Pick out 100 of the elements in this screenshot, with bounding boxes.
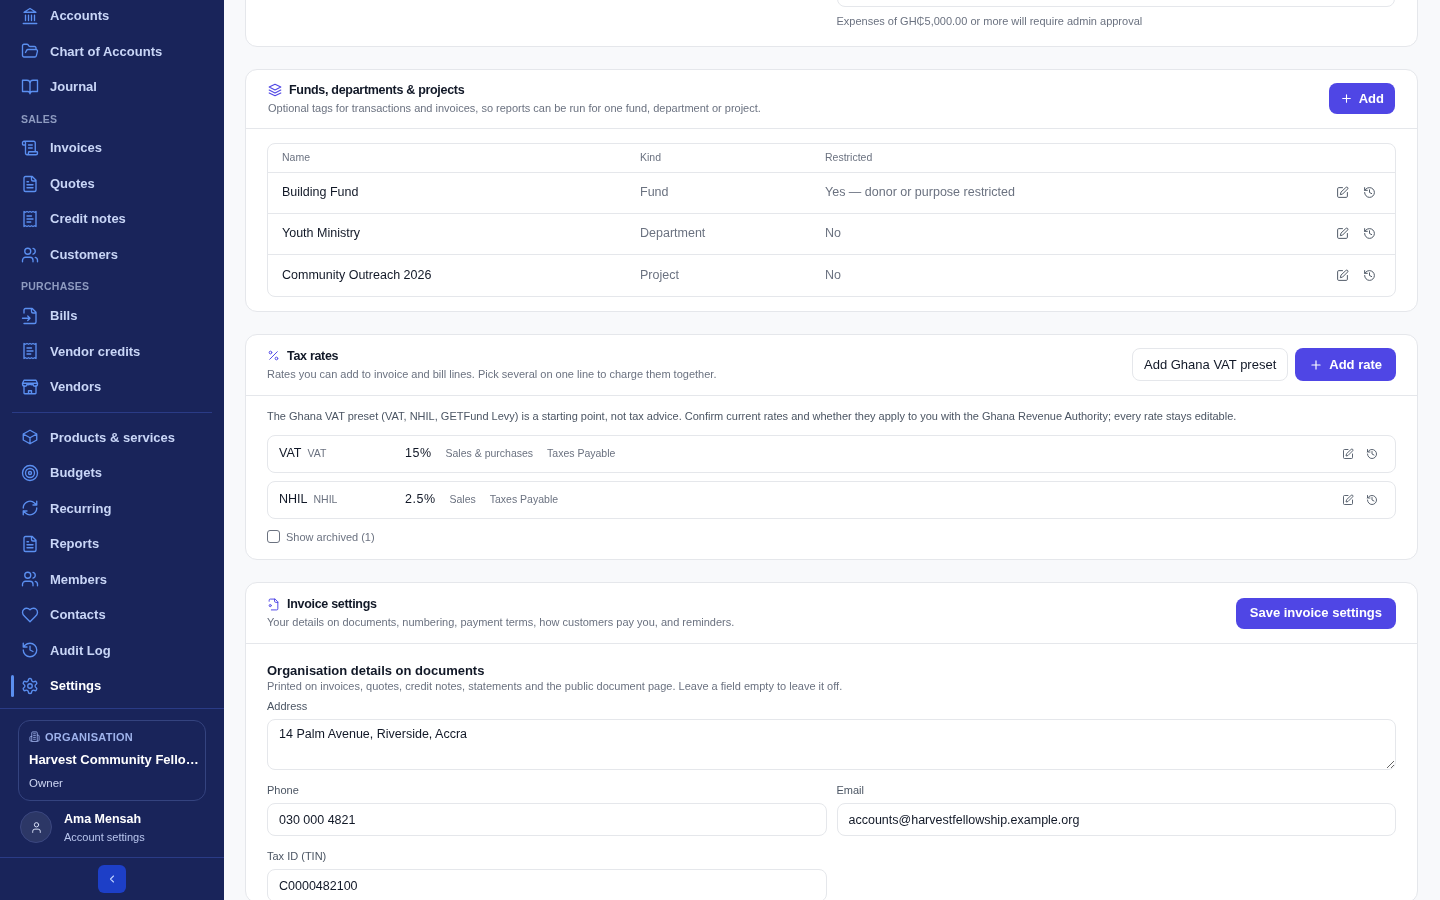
table-cell-text: No bbox=[825, 225, 842, 243]
nav-item[interactable]: Budgets bbox=[0, 455, 224, 491]
receipt-icon bbox=[21, 342, 39, 361]
preset-button[interactable]: Add Ghana VAT preset bbox=[1132, 348, 1289, 381]
nav-item[interactable]: Members bbox=[0, 561, 224, 597]
edit-button[interactable] bbox=[1336, 186, 1349, 199]
input-field[interactable]: C0000482100 bbox=[267, 869, 827, 900]
refresh-icon bbox=[21, 499, 39, 518]
subsection-title: Organisation details on documents bbox=[267, 663, 486, 678]
plus-icon bbox=[1309, 357, 1324, 372]
plus-icon bbox=[1339, 92, 1353, 105]
nav-item[interactable]: Vendors bbox=[0, 369, 224, 405]
edit-button[interactable] bbox=[1336, 268, 1349, 282]
account-settings-link[interactable]: Account settings bbox=[64, 828, 145, 845]
rate-name: NHIL bbox=[279, 491, 308, 509]
edit-button[interactable] bbox=[1342, 493, 1354, 506]
file-arrow-icon bbox=[21, 306, 39, 325]
history-button[interactable] bbox=[1366, 447, 1378, 460]
nav-item[interactable]: Reports bbox=[0, 526, 224, 562]
history-button[interactable] bbox=[1363, 268, 1376, 282]
heart-icon bbox=[21, 605, 39, 624]
rate-code: NHIL bbox=[313, 492, 338, 508]
layers-icon bbox=[268, 82, 282, 97]
history-button[interactable] bbox=[1363, 186, 1376, 199]
document-icon bbox=[267, 597, 280, 611]
rate-account: Taxes Payable bbox=[489, 491, 559, 507]
rate-scope: Sales & purchases bbox=[445, 445, 534, 461]
nav-item[interactable]: Recurring bbox=[0, 490, 224, 526]
table-cell-text: Department bbox=[640, 225, 707, 243]
input-field[interactable]: 030 000 4821 bbox=[267, 803, 827, 836]
rate-scope: Sales bbox=[449, 491, 476, 507]
scroll-icon bbox=[21, 139, 39, 157]
add-button[interactable]: Add bbox=[1328, 83, 1395, 114]
edit-icon bbox=[1342, 493, 1354, 506]
target-icon bbox=[21, 463, 39, 482]
history-icon bbox=[1363, 227, 1376, 240]
user-icon bbox=[29, 820, 43, 834]
rate-value: 15% bbox=[405, 445, 432, 463]
section-title: Tax rates bbox=[287, 347, 339, 364]
edit-button[interactable] bbox=[1342, 447, 1354, 460]
percent-icon bbox=[267, 349, 280, 362]
edit-icon bbox=[1336, 227, 1349, 240]
nav-item[interactable]: Accounts bbox=[0, 0, 224, 34]
column-header: Restricted bbox=[825, 149, 874, 165]
nav-item[interactable]: Customers bbox=[0, 236, 224, 273]
avatar[interactable] bbox=[20, 811, 52, 844]
document-icon bbox=[21, 534, 39, 553]
column-header: Name bbox=[282, 149, 311, 165]
table-cell-text: Building Fund bbox=[282, 184, 360, 202]
bank-icon bbox=[21, 6, 39, 25]
nav-item[interactable]: Vendor credits bbox=[0, 333, 224, 369]
folder-icon bbox=[21, 42, 39, 61]
history-button[interactable] bbox=[1363, 227, 1376, 240]
user-name: Ama Mensah bbox=[64, 810, 143, 828]
field-label: Address bbox=[267, 699, 309, 714]
users-icon bbox=[21, 570, 39, 589]
rate-value: 2.5% bbox=[405, 491, 436, 509]
nav-item[interactable]: Bills bbox=[0, 298, 224, 334]
column-header: Kind bbox=[640, 149, 662, 165]
address-field[interactable]: 14 Palm Avenue, Riverside, Accra bbox=[267, 719, 1396, 770]
subsection-subtitle: Printed on invoices, quotes, credit notes, statements and the public document page. Leave a field empty to leave it off. bbox=[267, 679, 844, 694]
section-subtitle: Optional tags for transactions and invoices, so reports can be run for one fund, department or project. bbox=[268, 100, 761, 116]
document-icon bbox=[21, 174, 39, 193]
history-icon bbox=[1366, 447, 1378, 460]
history-icon bbox=[21, 641, 39, 660]
nav-item[interactable]: Invoices bbox=[0, 130, 224, 166]
organisation-card[interactable]: ORGANISATION Harvest Community Fello… Owner bbox=[18, 719, 206, 801]
note-text: The Ghana VAT preset (VAT, NHIL, GETFund Levy) is a starting point, not tax advice. Confirm current rates and whether they apply to you with the Ghana Revenue Authority; every rate stays editable. bbox=[267, 408, 1238, 424]
nav-item[interactable]: Credit notes bbox=[0, 201, 224, 237]
edit-icon bbox=[1336, 268, 1349, 282]
table-cell-text: Project bbox=[640, 266, 680, 284]
save-button[interactable]: Save invoice settings bbox=[1235, 597, 1396, 629]
receipt-icon bbox=[21, 210, 39, 228]
table-cell-text: Yes — donor or purpose restricted bbox=[825, 184, 1016, 202]
users-icon bbox=[21, 245, 39, 264]
add-rate-button[interactable]: Add rate bbox=[1295, 348, 1396, 381]
nav-item[interactable]: Products & services bbox=[0, 419, 224, 455]
input-field[interactable]: accounts@harvestfellowship.example.org bbox=[836, 803, 1396, 836]
table-cell-text: Community Outreach 2026 bbox=[282, 266, 433, 284]
organisation-label: ORGANISATION bbox=[45, 729, 134, 745]
nav-item[interactable]: Journal bbox=[0, 69, 224, 105]
nav-item[interactable]: Audit Log bbox=[0, 632, 224, 668]
history-icon bbox=[1363, 186, 1376, 199]
section-title: Invoice settings bbox=[287, 596, 377, 612]
section-heading: PURCHASES bbox=[20, 279, 91, 295]
history-button[interactable] bbox=[1366, 493, 1378, 506]
section-title: Funds, departments & projects bbox=[289, 81, 465, 98]
edit-button[interactable] bbox=[1336, 227, 1349, 240]
checkbox[interactable] bbox=[267, 530, 280, 544]
field-label: Email bbox=[836, 783, 865, 798]
box-icon bbox=[21, 428, 39, 447]
section-subtitle: Your details on documents, numbering, payment terms, how customers pay you, and reminders. bbox=[267, 615, 735, 630]
table-cell-text: No bbox=[825, 266, 842, 284]
nav-item[interactable]: Chart of Accounts bbox=[0, 33, 224, 69]
nav-item[interactable]: Quotes bbox=[0, 165, 224, 202]
nav-item[interactable]: Settings bbox=[0, 668, 224, 704]
table-cell-text: Youth Ministry bbox=[282, 225, 362, 243]
rate-code: VAT bbox=[307, 446, 327, 462]
nav-item[interactable]: Contacts bbox=[0, 597, 224, 633]
history-icon bbox=[1363, 268, 1376, 282]
